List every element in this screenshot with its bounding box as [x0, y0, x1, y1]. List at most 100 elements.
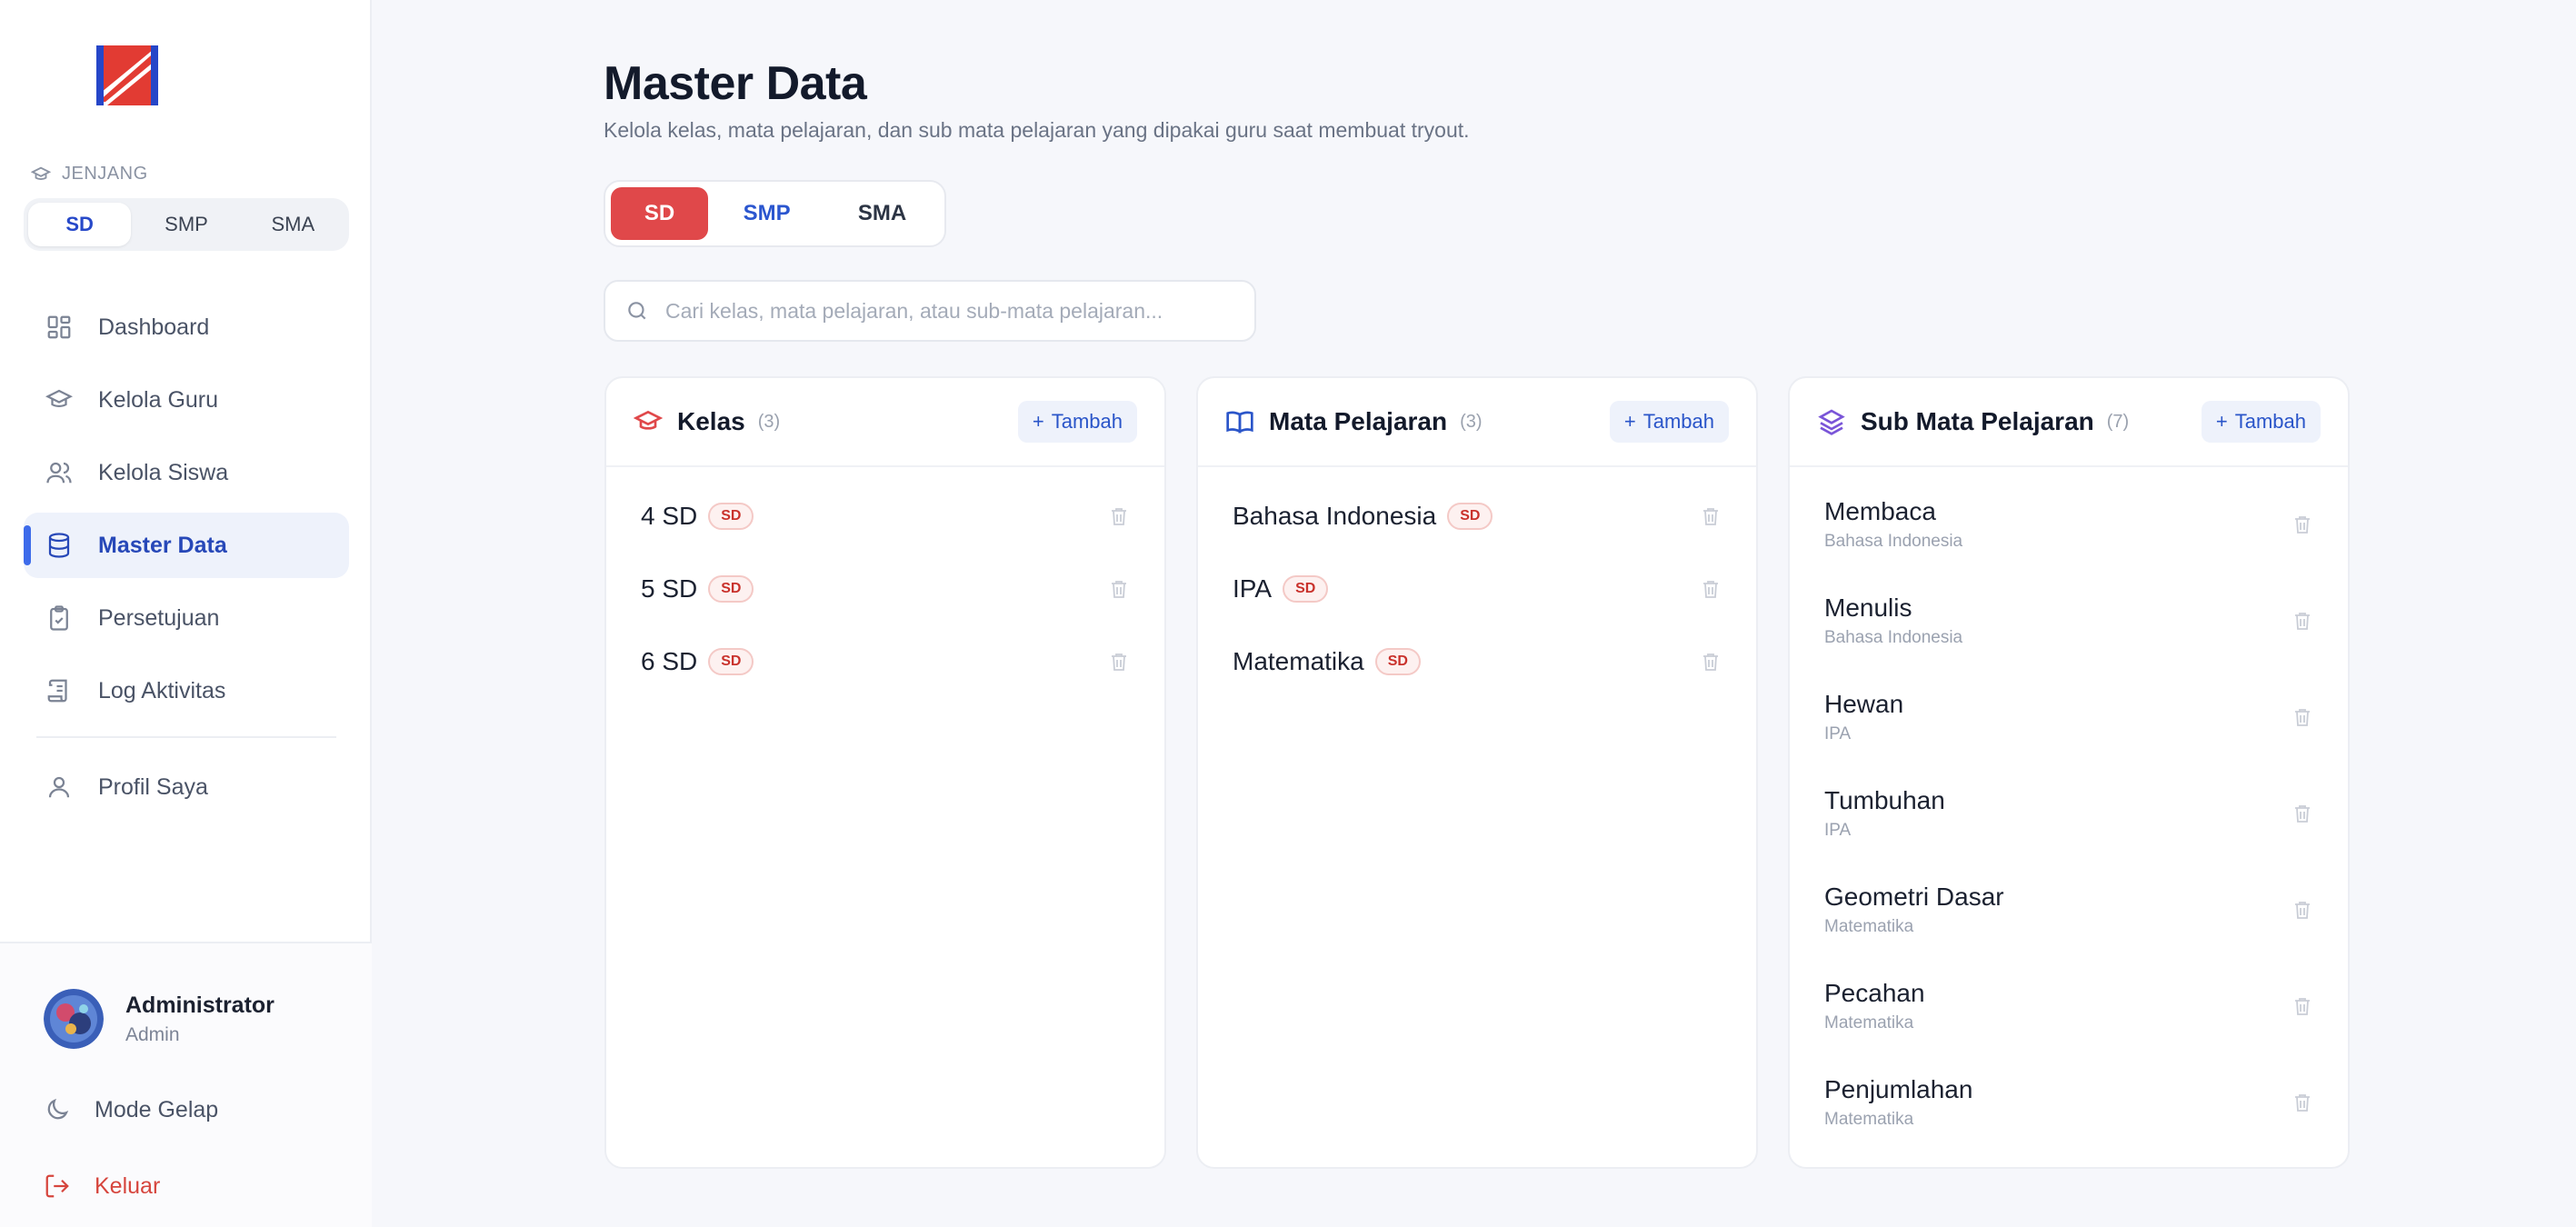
card-count: (3) [1460, 411, 1483, 432]
sidebar-item-label: Master Data [98, 532, 227, 558]
add-kelas-button[interactable]: + Tambah [1017, 401, 1137, 443]
logout-button[interactable]: Keluar [44, 1172, 160, 1200]
list-item[interactable]: Tumbuhan IPA [1790, 765, 2348, 862]
list-item[interactable]: Hewan IPA [1790, 669, 2348, 765]
sidebar-item-kelola-siswa[interactable]: Kelola Siswa [24, 440, 349, 505]
moon-icon [47, 1098, 69, 1120]
layers-icon [1818, 409, 1845, 435]
sidebar-footer: Administrator Admin Mode Gelap Keluar [0, 942, 372, 1227]
list-item[interactable]: Matematika SD [1198, 625, 1756, 698]
scroll-icon [47, 679, 67, 703]
jenjang-label: JENJANG [31, 164, 148, 185]
add-sub-mapel-button[interactable]: + Tambah [2201, 401, 2321, 443]
tab-smp[interactable]: SMP [714, 187, 820, 240]
user-name: Administrator [125, 992, 275, 1018]
list-item[interactable]: Penjumlahan Matematika [1790, 1054, 2348, 1151]
list-item[interactable]: Membaca Bahasa Indonesia [1790, 476, 2348, 573]
jenjang-tabs: SD SMP SMA [604, 180, 946, 247]
trash-icon[interactable] [2291, 609, 2313, 633]
list-item[interactable]: IPA SD [1198, 553, 1756, 625]
add-mapel-button[interactable]: + Tambah [1609, 401, 1729, 443]
user-icon [48, 776, 70, 798]
page-title: Master Data [604, 57, 867, 110]
tab-sd[interactable]: SD [611, 187, 709, 240]
sidebar: JENJANG SD SMP SMA Dashboard Kelola Guru… [0, 0, 372, 1227]
trash-icon[interactable] [1700, 504, 1722, 528]
search-box [604, 280, 1256, 342]
sub-mapel-list: Membaca Bahasa Indonesia Menulis Bahasa In… [1790, 476, 2348, 1151]
book-open-icon [1226, 411, 1253, 434]
dark-mode-toggle[interactable]: Mode Gelap [44, 1096, 218, 1123]
graduation-cap-icon [31, 166, 51, 180]
list-item[interactable]: Menulis Bahasa Indonesia [1790, 573, 2348, 669]
jenjang-sd[interactable]: SD [28, 203, 132, 246]
plus-icon: + [1032, 410, 1044, 433]
card-title: Sub Mata Pelajaran [1861, 407, 2094, 435]
jenjang-sma[interactable]: SMA [242, 203, 344, 246]
app-logo[interactable] [96, 45, 158, 105]
list-item[interactable]: 6 SD SD [606, 625, 1164, 698]
card-count: (7) [2106, 411, 2130, 432]
sub-mapel-card: Sub Mata Pelajaran (7) + Tambah Membaca B… [1788, 376, 2350, 1169]
trash-icon[interactable] [1108, 577, 1130, 601]
trash-icon[interactable] [1700, 650, 1722, 673]
level-badge: SD [1283, 575, 1329, 603]
kelas-list: 4 SD SD 5 SD SD 6 SD SD [606, 480, 1164, 698]
sidebar-nav: Dashboard Kelola Guru Kelola Siswa Maste… [24, 294, 349, 827]
trash-icon[interactable] [2291, 994, 2313, 1018]
logout-icon [45, 1174, 69, 1198]
sidebar-item-dashboard[interactable]: Dashboard [24, 294, 349, 360]
graduation-cap-icon [45, 389, 73, 407]
level-badge: SD [708, 503, 754, 530]
jenjang-selector: SD SMP SMA [24, 198, 349, 251]
trash-icon[interactable] [2291, 898, 2313, 922]
list-item[interactable]: Bahasa Indonesia SD [1198, 480, 1756, 553]
search-input[interactable] [665, 298, 1247, 324]
page-subtitle: Kelola kelas, mata pelajaran, dan sub ma… [604, 118, 1470, 142]
sidebar-item-label: Kelola Guru [98, 386, 219, 413]
user-profile[interactable]: Administrator Admin [44, 989, 275, 1049]
nav-divider [36, 736, 336, 738]
level-badge: SD [708, 575, 754, 603]
level-badge: SD [1447, 503, 1493, 530]
list-item[interactable]: 5 SD SD [606, 553, 1164, 625]
sidebar-item-label: Profil Saya [98, 773, 208, 800]
level-badge: SD [708, 648, 754, 675]
trash-icon[interactable] [2291, 705, 2313, 729]
jenjang-smp[interactable]: SMP [135, 203, 237, 246]
search-icon [628, 302, 646, 320]
sidebar-item-kelola-guru[interactable]: Kelola Guru [24, 367, 349, 433]
sidebar-item-profil-saya[interactable]: Profil Saya [24, 754, 349, 820]
card-header: Sub Mata Pelajaran (7) + Tambah [1790, 378, 2348, 467]
trash-icon[interactable] [2291, 513, 2313, 536]
sidebar-item-label: Kelola Siswa [98, 459, 229, 485]
trash-icon[interactable] [1700, 577, 1722, 601]
list-item[interactable]: 4 SD SD [606, 480, 1164, 553]
sidebar-item-persetujuan[interactable]: Persetujuan [24, 585, 349, 651]
users-icon [46, 462, 72, 484]
user-role: Admin [125, 1023, 180, 1045]
trash-icon[interactable] [2291, 802, 2313, 825]
card-header: Mata Pelajaran (3) + Tambah [1198, 378, 1756, 467]
card-header: Kelas (3) + Tambah [606, 378, 1164, 467]
mapel-list: Bahasa Indonesia SD IPA SD Matematika SD [1198, 480, 1756, 698]
trash-icon[interactable] [1108, 504, 1130, 528]
kelas-card: Kelas (3) + Tambah 4 SD SD 5 SD SD 6 SD … [604, 376, 1166, 1169]
clipboard-check-icon [50, 605, 68, 631]
list-item[interactable]: Geometri Dasar Matematika [1790, 862, 2348, 958]
sidebar-item-log-aktivitas[interactable]: Log Aktivitas [24, 658, 349, 723]
level-badge: SD [1374, 648, 1421, 675]
card-title: Mata Pelajaran [1269, 407, 1448, 435]
list-item[interactable]: Pecahan Matematika [1790, 958, 2348, 1054]
plus-icon: + [1623, 410, 1636, 433]
dashboard-icon [47, 315, 71, 339]
sidebar-item-label: Persetujuan [98, 604, 220, 631]
plus-icon: + [2215, 410, 2228, 433]
sidebar-item-master-data[interactable]: Master Data [24, 513, 349, 578]
trash-icon[interactable] [1108, 650, 1130, 673]
tab-sma[interactable]: SMA [825, 187, 939, 240]
card-title: Kelas [677, 407, 745, 435]
trash-icon[interactable] [2291, 1091, 2313, 1114]
mapel-card: Mata Pelajaran (3) + Tambah Bahasa Indon… [1196, 376, 1758, 1169]
sidebar-item-label: Dashboard [98, 314, 210, 340]
